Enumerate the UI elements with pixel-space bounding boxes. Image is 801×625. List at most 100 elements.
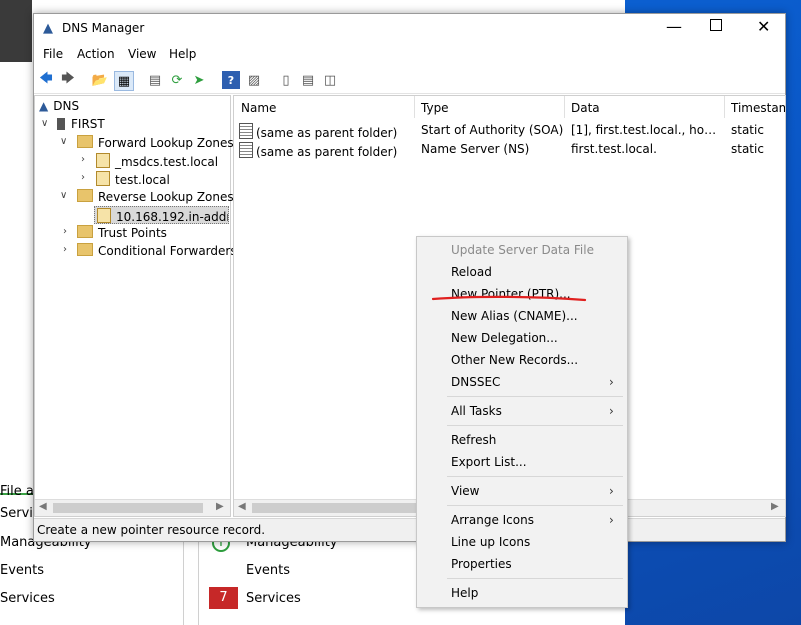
menu-item-refresh[interactable]: Refresh [451, 433, 496, 447]
menu-item-export-list[interactable]: Export List... [451, 455, 527, 469]
column-timestamp[interactable]: Timestamp [731, 101, 785, 115]
red-underline-annotation [432, 295, 587, 302]
menu-separator [447, 476, 623, 477]
server-icon[interactable]: ▯ [277, 71, 295, 89]
show-hide-tree-icon[interactable]: ▦ [114, 71, 134, 91]
tree-node-conditional-forwarders[interactable]: Conditional Forwarders [77, 243, 237, 258]
zone-icon [96, 171, 110, 186]
export-list-icon[interactable]: ➤ [190, 71, 208, 89]
menu-item-dnssec[interactable]: DNSSEC [451, 375, 500, 389]
expand-chevron-icon[interactable]: ∨ [60, 136, 67, 147]
tree-node-dns[interactable]: ▲ DNS [39, 99, 79, 113]
menu-item-view[interactable]: View [451, 484, 479, 498]
status-text: Create a new pointer resource record. [37, 523, 266, 537]
tree-label-msdcs: _msdcs.test.local [115, 155, 219, 169]
tree-node-server[interactable]: FIRST [57, 117, 105, 131]
tree-label-forward: Forward Lookup Zones [98, 136, 234, 150]
dns-manager-window: ▲ DNS Manager — ✕ File Action View Help … [33, 13, 786, 542]
menu-file[interactable]: File [43, 47, 63, 61]
record-icon [239, 123, 253, 139]
menu-item-other-new-records[interactable]: Other New Records... [451, 353, 578, 367]
help-icon[interactable]: ? [222, 71, 240, 89]
menu-item-help[interactable]: Help [451, 586, 478, 600]
table-row[interactable]: (same as parent folder) Name Server (NS)… [234, 142, 785, 160]
status-bar: Create a new pointer resource record. [34, 518, 785, 541]
forward-icon[interactable]: 🡆 [59, 71, 77, 89]
menu-item-all-tasks[interactable]: All Tasks [451, 404, 502, 418]
list-icon[interactable]: ▤ [299, 71, 317, 89]
close-button[interactable]: ✕ [757, 17, 770, 36]
row-name: (same as parent folder) [256, 145, 398, 159]
tree-node-test-local[interactable]: test.local [96, 171, 170, 187]
tree-node-trust-points[interactable]: Trust Points [77, 225, 167, 240]
tree-horizontal-scrollbar[interactable]: ◀ ▶ [35, 499, 230, 516]
menu-action[interactable]: Action [77, 47, 115, 61]
scroll-left-icon[interactable]: ◀ [238, 501, 246, 512]
menu-item-new-delegation[interactable]: New Delegation... [451, 331, 558, 345]
column-data[interactable]: Data [571, 101, 600, 115]
submenu-arrow-icon: › [609, 404, 614, 418]
tree-node-reverse-zones[interactable]: Reverse Lookup Zones [77, 189, 234, 204]
row-data: [1], first.test.local., hostmaster.test.… [571, 123, 721, 137]
column-name[interactable]: Name [241, 101, 276, 115]
menu-separator [447, 396, 623, 397]
collapse-chevron-icon[interactable]: › [81, 154, 85, 165]
maximize-button[interactable] [710, 19, 722, 31]
tree-node-reverse-zone-selected[interactable]: 10.168.192.in-addr.arpa [94, 206, 229, 224]
menu-item-properties[interactable]: Properties [451, 557, 512, 571]
folder-icon [77, 225, 93, 238]
expand-chevron-icon[interactable]: ∨ [60, 190, 67, 201]
tree-label-reverse: Reverse Lookup Zones [98, 190, 234, 204]
tree-label-conditional: Conditional Forwarders [98, 244, 237, 258]
tree-label-trust: Trust Points [98, 226, 167, 240]
menu-item-line-up-icons[interactable]: Line up Icons [451, 535, 530, 549]
submenu-arrow-icon: › [609, 375, 614, 389]
bg-services: Services [246, 591, 301, 606]
scroll-right-icon[interactable]: ▶ [216, 501, 224, 512]
row-name-cell: (same as parent folder) [239, 123, 397, 140]
collapse-chevron-icon[interactable]: › [63, 226, 67, 237]
menu-item-arrange-icons[interactable]: Arrange Icons [451, 513, 534, 527]
minimize-button[interactable]: — [666, 17, 682, 36]
menu-help[interactable]: Help [169, 47, 196, 61]
menu-item-update-server-data-file[interactable]: Update Server Data File [451, 243, 594, 257]
server-icon [57, 118, 65, 130]
menu-item-reload[interactable]: Reload [451, 265, 492, 279]
scroll-right-icon[interactable]: ▶ [771, 501, 779, 512]
tree-node-forward-zones[interactable]: Forward Lookup Zones [77, 135, 234, 150]
menu-view[interactable]: View [128, 47, 156, 61]
collapse-chevron-icon[interactable]: › [81, 172, 85, 183]
row-data: first.test.local. [571, 142, 657, 156]
menu-item-new-alias[interactable]: New Alias (CNAME)... [451, 309, 578, 323]
scroll-left-icon[interactable]: ◀ [39, 501, 47, 512]
services-badge: 7 [209, 587, 238, 609]
up-folder-icon[interactable]: 📂 [91, 71, 109, 89]
desktop-taskbar-area [0, 0, 32, 62]
bg-services-left: Services [0, 591, 55, 606]
tree-node-msdcs[interactable]: _msdcs.test.local [96, 153, 218, 169]
properties-icon[interactable]: ▤ [146, 71, 164, 89]
folder-icon [77, 243, 93, 256]
record-icon [239, 142, 253, 158]
window-title: DNS Manager [62, 21, 145, 35]
dns-app-icon: ▲ [43, 21, 53, 36]
column-header-row: Name Type Data Timestamp [234, 96, 785, 118]
zone-icon [97, 208, 111, 223]
details-pane-icon[interactable]: ▨ [245, 71, 263, 89]
collapse-chevron-icon[interactable]: › [63, 244, 67, 255]
column-type[interactable]: Type [421, 101, 449, 115]
scroll-thumb[interactable] [53, 503, 203, 513]
records-icon[interactable]: ◫ [321, 71, 339, 89]
tree-label-reverse-zone: 10.168.192.in-addr.arpa [116, 210, 228, 224]
submenu-arrow-icon: › [609, 513, 614, 527]
back-icon[interactable]: 🡄 [37, 71, 55, 89]
scroll-thumb[interactable] [252, 503, 422, 513]
row-timestamp: static [731, 123, 764, 137]
refresh-icon[interactable]: ⟳ [168, 71, 186, 89]
expand-chevron-icon[interactable]: ∨ [41, 118, 48, 129]
row-name: (same as parent folder) [256, 126, 398, 140]
bg-events: Events [246, 563, 291, 578]
table-row[interactable]: (same as parent folder) Start of Authori… [234, 123, 785, 141]
tree-label-test-local: test.local [115, 173, 170, 187]
menu-separator [447, 578, 623, 579]
